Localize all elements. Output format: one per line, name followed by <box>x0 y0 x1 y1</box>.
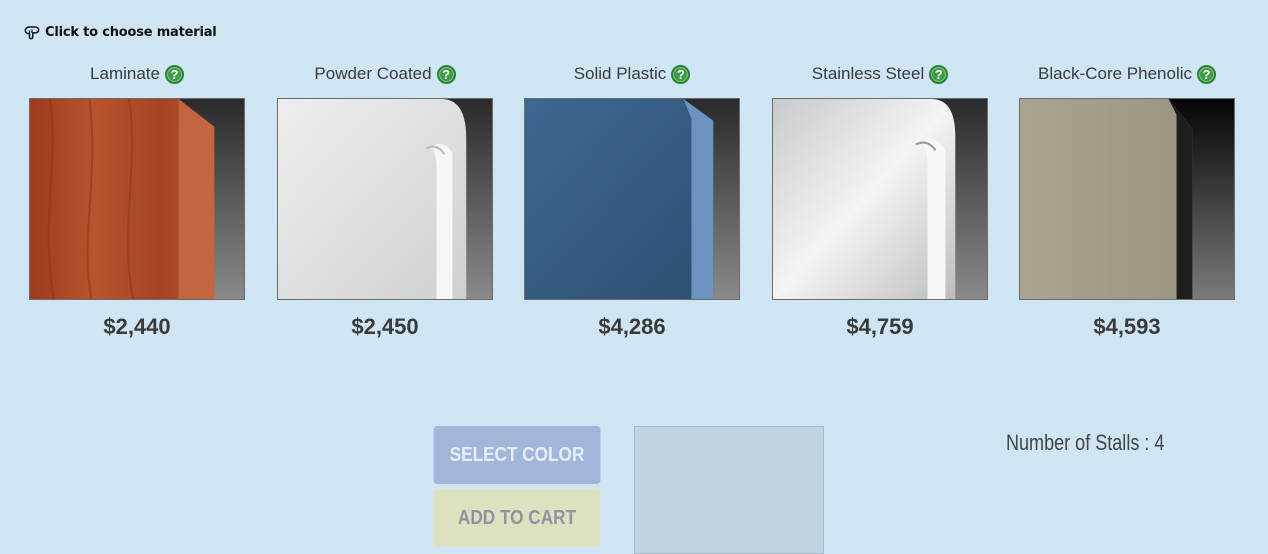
material-price: $4,759 <box>846 314 914 339</box>
material-swatch-stainless-steel[interactable] <box>772 98 988 300</box>
material-label: Solid Plastic <box>573 64 667 83</box>
material-title: Powder Coated ? <box>257 64 513 84</box>
add-to-cart-button[interactable]: ADD TO CART <box>433 489 601 547</box>
hint-text: Click to choose material <box>45 24 217 40</box>
material-price: $4,593 <box>1093 314 1161 339</box>
material-option-solid-plastic[interactable]: Solid Plastic ? $4,286 <box>524 60 740 350</box>
material-swatch-solid-plastic[interactable] <box>524 98 740 300</box>
select-color-button[interactable]: SELECT COLOR <box>433 426 601 484</box>
material-options: Laminate ? $2,440 Powder Coated ? $2,450… <box>0 60 1268 350</box>
help-icon[interactable]: ? <box>929 64 949 84</box>
material-swatch-powder-coated[interactable] <box>277 98 493 300</box>
material-title: Laminate ? <box>9 64 265 84</box>
material-price: $4,286 <box>598 314 666 339</box>
help-icon[interactable]: ? <box>164 64 184 84</box>
material-label: Black-Core Phenolic <box>1037 64 1192 83</box>
material-option-black-core-phenolic[interactable]: Black-Core Phenolic ? $4,593 <box>1019 60 1235 350</box>
help-icon[interactable]: ? <box>671 64 691 84</box>
material-title: Stainless Steel ? <box>752 64 1008 84</box>
help-icon[interactable]: ? <box>436 64 456 84</box>
material-swatch-laminate[interactable] <box>29 98 245 300</box>
material-price: $2,450 <box>351 314 419 339</box>
material-option-laminate[interactable]: Laminate ? $2,440 <box>29 60 245 350</box>
color-preview <box>634 426 824 554</box>
material-title: Black-Core Phenolic ? <box>999 64 1255 84</box>
material-label: Stainless Steel <box>811 64 925 83</box>
pointing-hand-icon <box>24 26 40 40</box>
material-price: $2,440 <box>103 314 171 339</box>
material-title: Solid Plastic ? <box>504 64 760 84</box>
material-option-stainless-steel[interactable]: Stainless Steel ? $4,759 <box>772 60 988 350</box>
material-label: Laminate <box>90 64 160 83</box>
choose-material-hint: Click to choose material <box>22 22 217 42</box>
material-label: Powder Coated <box>314 64 432 83</box>
material-option-powder-coated[interactable]: Powder Coated ? $2,450 <box>277 60 493 350</box>
material-swatch-black-core-phenolic[interactable] <box>1019 98 1235 300</box>
stalls-count: Number of Stalls : 4 <box>1006 430 1165 455</box>
help-icon[interactable]: ? <box>1197 64 1216 84</box>
